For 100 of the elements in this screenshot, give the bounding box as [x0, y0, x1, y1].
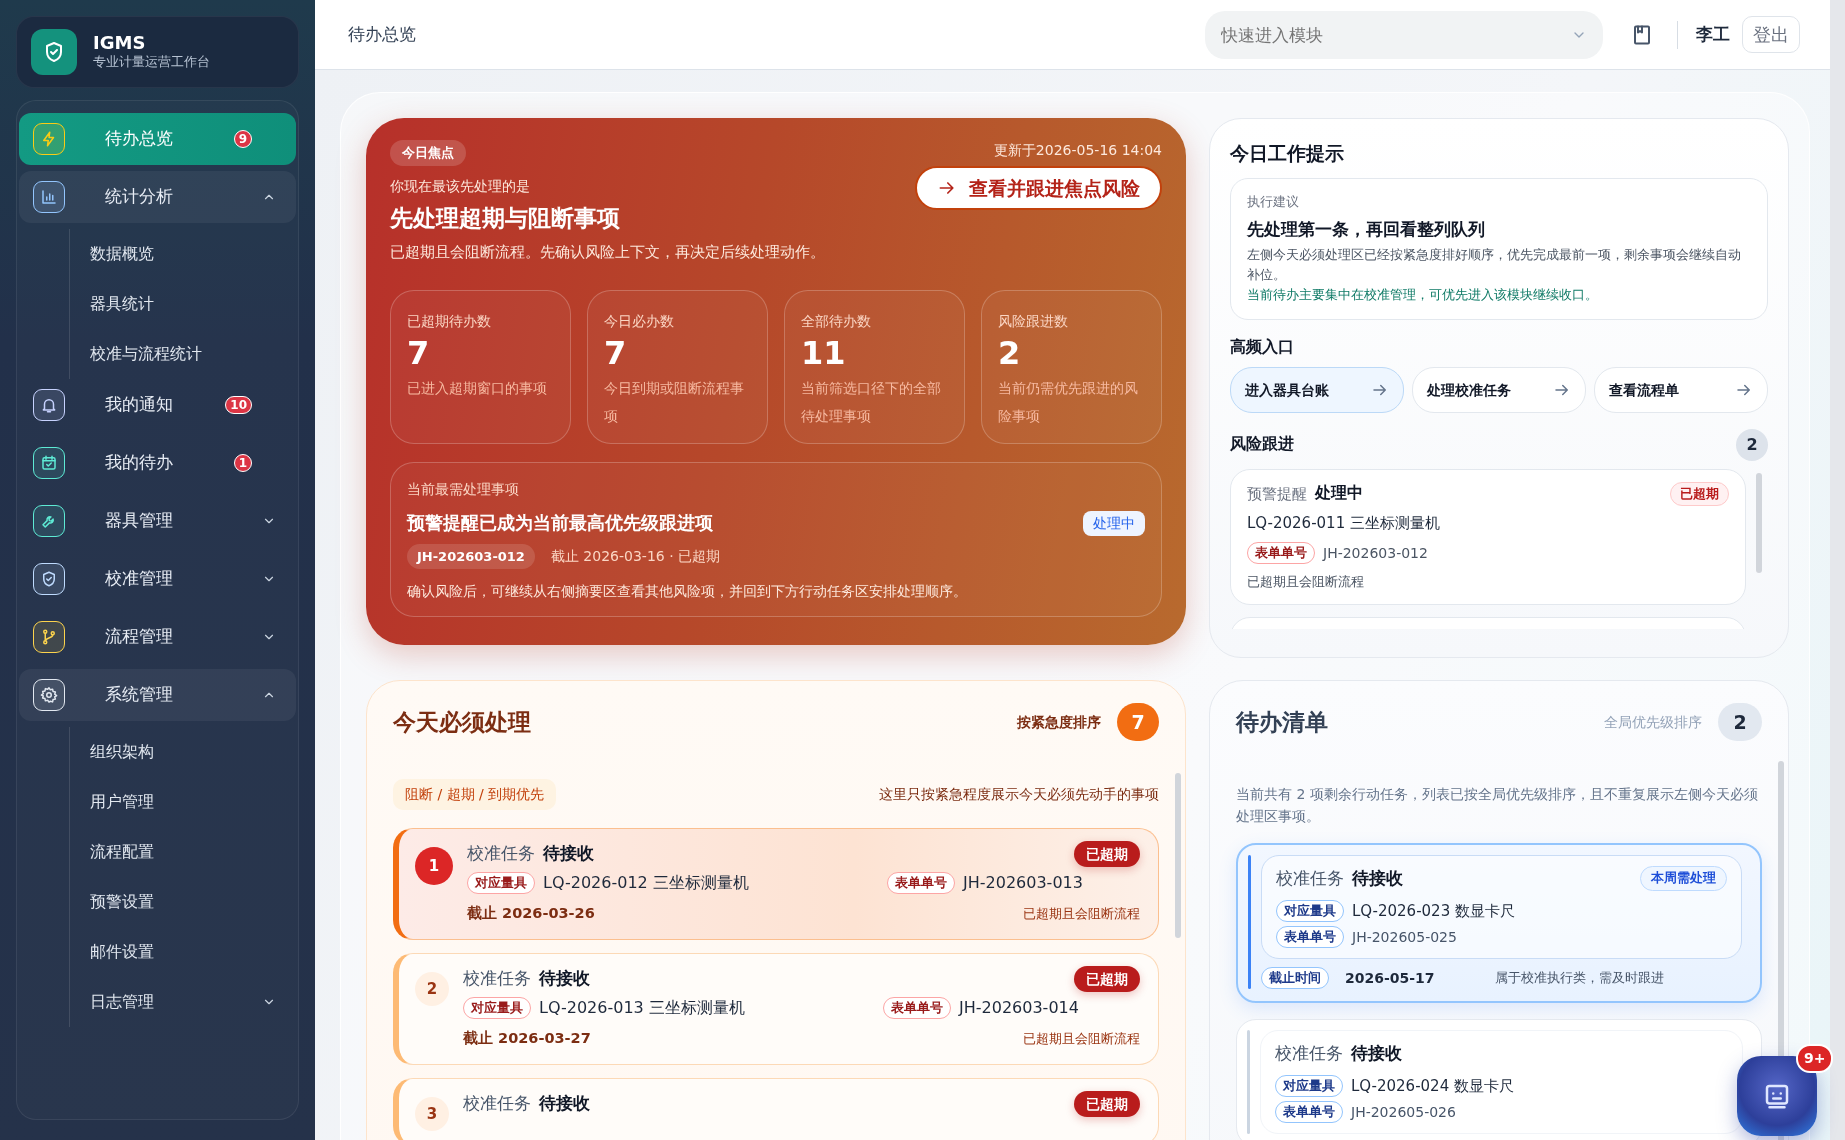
focus-tag: 今日焦点: [390, 140, 466, 166]
deadline-text: 截止 2026-03-27: [463, 1029, 591, 1049]
list-description: 当前共有 2 项剩余行动任务，列表已按全局优先级排序，且不重复展示左侧今天必须处理区事项。: [1236, 785, 1759, 826]
bar-chart-icon: [33, 181, 65, 213]
task-card[interactable]: 1 校准任务 待接收 已超期 对应量具 LQ-2026-012 三坐标测量机 表单单号 JH-202603-013 截止 2026-03-26 已超期且会阻断流程: [393, 828, 1159, 940]
logo-title: IGMS: [93, 32, 147, 53]
nav-subitem[interactable]: 预警设置: [69, 877, 296, 927]
shortcut-button[interactable]: 进入器具台账: [1230, 367, 1404, 413]
calendar-icon: [33, 447, 65, 479]
advice-title: 先处理第一条，再回看整列队列: [1247, 218, 1486, 242]
instrument-tag: 对应量具: [1276, 899, 1344, 922]
shortcut-button[interactable]: 处理校准任务: [1412, 367, 1586, 413]
section-title: 待办清单: [1236, 707, 1328, 737]
stat-label: 已超期待办数: [407, 311, 492, 331]
logo-subtitle: 专业计量运营工作台: [93, 52, 210, 71]
form-tag: 表单单号: [1275, 1101, 1343, 1123]
stat-label: 全部待办数: [801, 311, 872, 331]
focus-eyebrow: 你现在最该先处理的是: [390, 176, 531, 196]
stat-note: 当前仍需优先跟进的风险事项: [998, 379, 1139, 427]
rank-number: 3: [415, 1097, 449, 1131]
book-icon[interactable]: [1633, 24, 1651, 45]
section-title: 今天必须处理: [393, 707, 531, 737]
nav-item[interactable]: 系统管理: [19, 669, 296, 721]
task-note: 已超期且会阻断流程: [1023, 905, 1140, 924]
rank-number: 2: [415, 972, 449, 1006]
task-card[interactable]: 3 校准任务 待接收 已超期: [393, 1078, 1159, 1140]
shortcut-button[interactable]: 查看流程单: [1594, 367, 1768, 413]
form-tag: 表单单号: [1247, 542, 1315, 564]
focus-description: 已超期且会阻断流程。先确认风险上下文，再决定后续处理动作。: [390, 242, 825, 263]
page-title: 待办总览: [348, 22, 416, 46]
nav-item[interactable]: 流程管理: [19, 611, 296, 663]
overdue-badge: 已超期: [1074, 966, 1140, 993]
shield-icon: [33, 563, 65, 595]
instrument-tag: 对应量具: [467, 872, 535, 895]
task-type: 校准任务: [1275, 1042, 1343, 1065]
task-card[interactable]: 校准任务 待接收 对应量具 LQ-2026-024 数显卡尺 表单单号 JH-202605-026: [1236, 1019, 1762, 1140]
task-card[interactable]: 校准任务 待接收 本周需处理 对应量具 LQ-2026-023 数显卡尺 表单单号 JH-202605-025 截止时间 2026-05-17 属于校准执行类，需及时跟进: [1236, 843, 1762, 1003]
instrument-name: LQ-2026-024 数显卡尺: [1351, 1075, 1514, 1097]
task-type: 校准任务: [463, 967, 531, 991]
status-tag: 处理中: [1083, 511, 1145, 537]
deadline-text: 截止 2026-03-16 · 已超期: [550, 547, 721, 566]
form-code: JH-202603-014: [959, 997, 1079, 1020]
task-type: 校准任务: [463, 1092, 531, 1116]
nav-subitem[interactable]: 日志管理: [69, 977, 296, 1027]
nav-subitem[interactable]: 数据概览: [69, 229, 296, 279]
stat-value: 2: [998, 332, 1022, 374]
instrument-tag: 对应量具: [463, 997, 531, 1020]
instrument-name: LQ-2026-023 数显卡尺: [1352, 900, 1515, 922]
update-time: 更新于2026-05-16 14:04: [993, 141, 1162, 160]
form-code: JH-202603-013: [963, 872, 1083, 895]
sort-label: 全局优先级排序: [1604, 712, 1702, 732]
risk-type: 预警提醒: [1247, 483, 1307, 505]
count-badge: 10: [225, 396, 252, 414]
form-code: JH-202605-025: [1352, 927, 1457, 947]
task-status: 待接收: [539, 1092, 590, 1116]
form-code: JH-202603-012: [1323, 543, 1428, 563]
nav-subitem[interactable]: 器具统计: [69, 279, 296, 329]
form-code: JH-202605-026: [1351, 1102, 1456, 1122]
nav-subitem[interactable]: 邮件设置: [69, 927, 296, 977]
bolt-icon: [33, 123, 65, 155]
stat-value: 7: [407, 332, 431, 374]
advice-text: 左侧今天必须处理区已经按紧急度排好顺序，优先完成最前一项，剩余事项会继续自动补位。: [1247, 245, 1742, 284]
count-badge: 7: [1117, 703, 1159, 741]
branch-icon: [33, 621, 65, 653]
advice-hint: 当前待办主要集中在校准管理，可优先进入该模块继续收口。: [1247, 285, 1599, 304]
focus-item-title: 预警提醒已成为当前最高优先级跟进项: [407, 510, 714, 535]
nav-item[interactable]: 校准管理: [19, 553, 296, 605]
task-card[interactable]: 2 校准任务 待接收 已超期 对应量具 LQ-2026-013 三坐标测量机 表单单号 JH-202603-014 截止 2026-03-27 已超期且会阻断流程: [393, 953, 1159, 1065]
focus-item-label: 当前最需处理事项: [407, 479, 520, 499]
filter-tag: 阻断 / 超期 / 到期优先: [393, 779, 557, 810]
bell-icon: [33, 389, 65, 421]
nav-subitem[interactable]: 校准与流程统计: [69, 329, 296, 379]
risk-status: 处理中: [1315, 483, 1363, 505]
nav-item[interactable]: 我的通知 10: [19, 379, 296, 431]
stat-note: 当前筛选口径下的全部待处理事项: [801, 379, 942, 427]
follow-risk-button[interactable]: 查看并跟进焦点风险: [915, 165, 1162, 210]
deadline-text: 截止 2026-03-26: [467, 904, 595, 924]
nav-subitem[interactable]: 流程配置: [69, 827, 296, 877]
nav-subitem[interactable]: 用户管理: [69, 777, 296, 827]
nav-item[interactable]: 统计分析: [19, 171, 296, 223]
gear-icon: [33, 679, 65, 711]
logout-button[interactable]: 登出: [1742, 16, 1800, 53]
scroll-thumb[interactable]: [1175, 773, 1181, 938]
nav-item[interactable]: 待办总览 9: [19, 113, 296, 165]
count-badge: 9: [233, 130, 252, 148]
task-status: 待接收: [543, 842, 594, 866]
task-note: 属于校准执行类，需及时跟进: [1495, 968, 1664, 987]
hint-text: 这里只按紧急程度展示今天必须先动手的事项: [879, 785, 1159, 804]
task-status: 待接收: [1351, 1042, 1402, 1065]
nav-subitem[interactable]: 组织架构: [69, 727, 296, 777]
deadline-tag: 截止时间: [1261, 967, 1329, 989]
module-select[interactable]: 快速进入模块: [1205, 10, 1603, 59]
stat-value: 11: [801, 332, 847, 374]
nav-item[interactable]: 我的待办 1: [19, 437, 296, 489]
priority-badge: 本周需处理: [1640, 866, 1727, 892]
scroll-thumb[interactable]: [1756, 473, 1762, 573]
nav-item[interactable]: 器具管理: [19, 495, 296, 547]
overdue-badge: 已超期: [1670, 482, 1729, 506]
form-tag: 表单单号: [887, 872, 955, 895]
rank-number: 1: [415, 847, 453, 885]
